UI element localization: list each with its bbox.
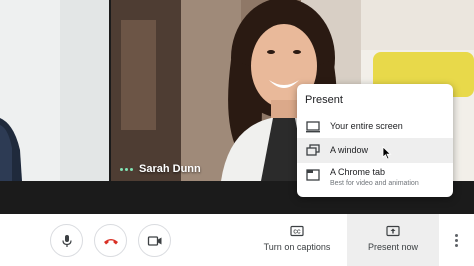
participant-tile-left [0, 0, 109, 181]
more-vert-icon [454, 233, 458, 237]
mouse-cursor-icon [382, 146, 392, 160]
menu-item-window[interactable]: A window [297, 138, 453, 163]
video-camera-icon [147, 235, 161, 246]
more-options-button[interactable] [450, 230, 462, 250]
present-menu: Present Your entire screen A window A Ch… [297, 84, 453, 197]
hang-up-button[interactable] [94, 224, 127, 257]
monitor-icon [306, 121, 320, 133]
present-menu-title: Present [305, 94, 343, 106]
hang-up-icon [103, 238, 118, 244]
window-icon [306, 144, 320, 156]
present-screen-icon [386, 225, 400, 237]
microphone-button[interactable] [50, 224, 83, 257]
closed-captions-icon: CC [290, 225, 304, 237]
menu-item-chrome-tab[interactable]: A Chrome tab Best for video and animatio… [297, 163, 453, 193]
menu-item-label: A Chrome tab [330, 167, 386, 177]
menu-item-label: A window [330, 145, 369, 155]
speaking-indicator-icon [120, 167, 133, 171]
microphone-icon [61, 234, 72, 247]
captions-button[interactable]: CC Turn on captions [258, 214, 336, 266]
participant-name: Sarah Dunn [139, 163, 201, 175]
present-now-button[interactable]: Present now [347, 214, 439, 266]
present-now-label: Present now [367, 242, 419, 252]
camera-button[interactable] [138, 224, 171, 257]
menu-item-sublabel: Best for video and animation [330, 180, 419, 187]
participant-name-tag: Sarah Dunn [120, 160, 201, 178]
menu-item-label: Your entire screen [330, 121, 403, 131]
participant-video-left [0, 0, 109, 181]
svg-text:CC: CC [293, 229, 301, 235]
browser-tab-icon [306, 169, 320, 181]
menu-item-entire-screen[interactable]: Your entire screen [297, 116, 453, 138]
captions-label: Turn on captions [263, 242, 331, 252]
